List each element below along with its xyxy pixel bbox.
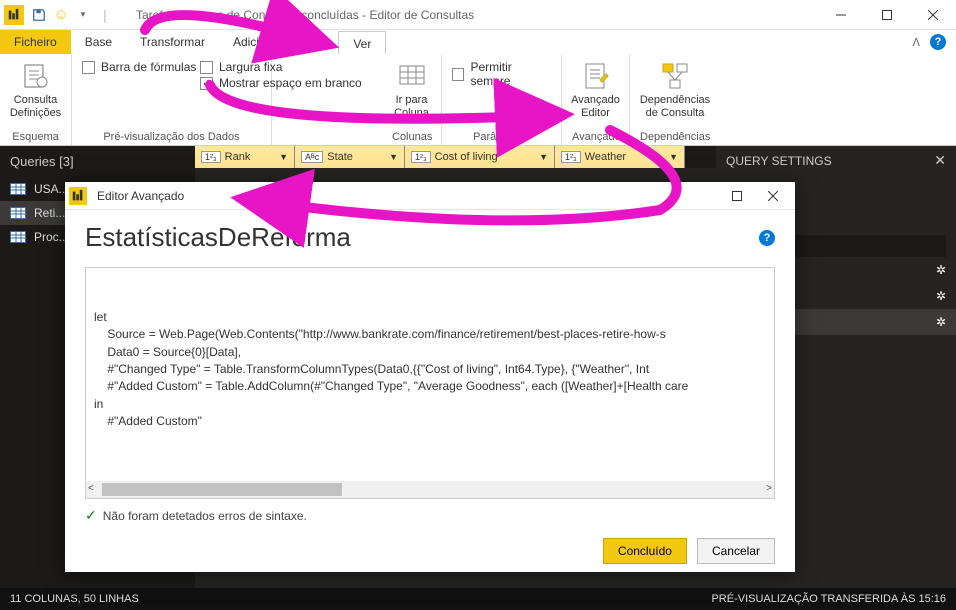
code-editor[interactable]: let Source = Web.Page(Web.Contents("http… bbox=[85, 267, 775, 499]
gear-icon[interactable]: ✲ bbox=[936, 263, 946, 277]
table-icon bbox=[10, 207, 26, 219]
goto-column-button[interactable]: Ir para Coluna bbox=[392, 58, 431, 122]
menubar: Ficheiro Base Transformar Adicionar Colu… bbox=[0, 30, 956, 54]
dialog-heading: EstatísticasDeReforma bbox=[85, 222, 351, 253]
tab-transform[interactable]: Transformar bbox=[126, 30, 219, 54]
dialog-maximize-button[interactable] bbox=[719, 184, 755, 208]
dropdown-icon[interactable]: ▼ bbox=[669, 152, 678, 162]
done-button[interactable]: Concluído bbox=[603, 538, 687, 564]
maximize-button[interactable] bbox=[864, 0, 910, 30]
column-headers: 1²₃ Rank ▼ Aᴮc State ▼ 1²₃ Cost of livin… bbox=[195, 146, 796, 168]
app-icon bbox=[69, 187, 87, 205]
queries-header: Queries [3] bbox=[0, 146, 195, 177]
collapse-ribbon-icon[interactable]: ᐱ bbox=[912, 36, 920, 49]
save-icon[interactable] bbox=[28, 4, 50, 26]
tab-file[interactable]: Ficheiro bbox=[0, 30, 71, 54]
gear-icon[interactable]: ✲ bbox=[936, 315, 946, 329]
qat-dropdown-icon[interactable]: ▾ bbox=[72, 4, 94, 26]
query-settings-button[interactable]: Consulta Definições bbox=[10, 58, 61, 122]
ribbon-overlay: Consulta Definições Esquema Barra de fór… bbox=[0, 54, 956, 146]
window-controls bbox=[818, 0, 956, 30]
check-ok-icon: ✓ bbox=[85, 507, 97, 524]
minimize-button[interactable] bbox=[818, 0, 864, 30]
dropdown-icon[interactable]: ▼ bbox=[389, 152, 398, 162]
close-button[interactable] bbox=[910, 0, 956, 30]
table-icon bbox=[10, 231, 26, 243]
close-icon[interactable]: ✕ bbox=[934, 152, 946, 169]
dialog-titlebar[interactable]: Editor Avançado bbox=[65, 182, 795, 210]
check-fixed-width[interactable]: Largura fixa bbox=[200, 60, 380, 74]
query-dependencies-button[interactable]: Dependências de Consulta bbox=[640, 58, 710, 122]
settings-title: QUERY SETTINGS bbox=[726, 154, 832, 168]
advanced-editor-dialog: Editor Avançado EstatísticasDeReforma ? … bbox=[65, 182, 795, 572]
column-header[interactable]: 1²₃ Rank ▼ bbox=[195, 146, 295, 168]
check-allow-always[interactable]: Permitir sempre bbox=[452, 60, 551, 88]
scrollbar-thumb[interactable] bbox=[102, 483, 342, 496]
status-left: 11 COLUNAS, 50 LINHAS bbox=[10, 593, 139, 605]
syntax-status: ✓ Não foram detetados erros de sintaxe. bbox=[85, 507, 775, 524]
dropdown-icon[interactable]: ▼ bbox=[539, 152, 548, 162]
column-header[interactable]: 1²₃ Cost of living ▼ bbox=[405, 146, 555, 168]
dropdown-icon[interactable]: ▼ bbox=[279, 152, 288, 162]
dialog-close-button[interactable] bbox=[755, 184, 791, 208]
dialog-title: Editor Avançado bbox=[97, 189, 719, 203]
advanced-editor-button[interactable]: Avançado Editor bbox=[572, 58, 619, 122]
window-title: Tarefas Comuns de Consulta - concluídas … bbox=[136, 8, 818, 22]
column-header[interactable]: 1²₃ Weather ▼ bbox=[555, 146, 685, 168]
check-whitespace[interactable]: ✓Mostrar espaço em branco bbox=[200, 76, 380, 90]
cancel-button[interactable]: Cancelar bbox=[697, 538, 775, 564]
app-icon bbox=[4, 5, 24, 25]
help-icon[interactable]: ? bbox=[759, 230, 775, 246]
emoji-icon[interactable]: ☺ bbox=[50, 4, 72, 26]
horizontal-scrollbar[interactable]: < > bbox=[86, 481, 774, 498]
titlebar: ☺ ▾ | Tarefas Comuns de Consulta - concl… bbox=[0, 0, 956, 30]
column-header[interactable]: Aᴮc State ▼ bbox=[295, 146, 405, 168]
tab-add-column[interactable]: Adicionar Coluna bbox=[219, 30, 338, 54]
status-right: PRÉ-VISUALIZAÇÃO TRANSFERIDA ÀS 15:16 bbox=[711, 593, 946, 605]
help-icon[interactable]: ? bbox=[930, 34, 946, 50]
table-icon bbox=[10, 183, 26, 195]
gear-icon[interactable]: ✲ bbox=[936, 289, 946, 303]
statusbar: 11 COLUNAS, 50 LINHAS PRÉ-VISUALIZAÇÃO T… bbox=[0, 588, 956, 610]
tab-view[interactable]: Ver bbox=[338, 31, 386, 55]
qat-sep: | bbox=[94, 4, 116, 26]
code-text: let Source = Web.Page(Web.Contents("http… bbox=[94, 309, 766, 431]
tab-base[interactable]: Base bbox=[71, 30, 126, 54]
